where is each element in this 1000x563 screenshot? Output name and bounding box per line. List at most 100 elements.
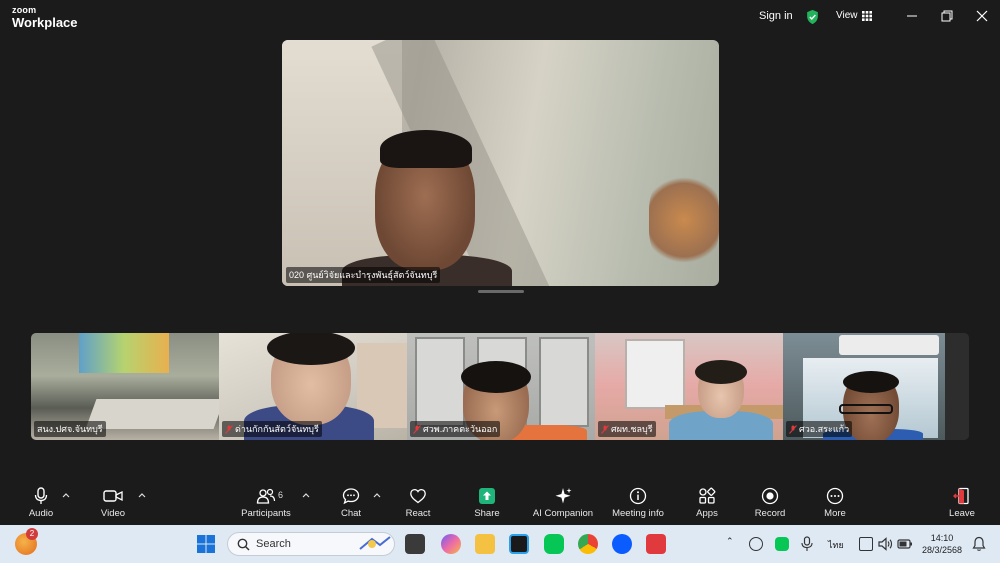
line-tray-icon[interactable] [775, 537, 789, 551]
minimize-icon[interactable] [905, 9, 919, 23]
file-explorer-icon[interactable] [475, 534, 495, 554]
participant-glasses [839, 404, 893, 414]
participant-name-label: ศผท.ชลบุรี [598, 421, 656, 437]
video-camera-icon [103, 490, 123, 502]
zoom-meeting-window: zoom Workplace Sign in View 020 ศูนย์วิจ… [0, 0, 1000, 563]
taskbar-search-box[interactable]: Search [227, 532, 395, 556]
record-button[interactable]: Record [752, 479, 788, 525]
background-cabinet [539, 337, 589, 427]
close-icon[interactable] [975, 9, 989, 23]
task-view-icon[interactable] [405, 534, 425, 554]
chevron-up-icon[interactable] [138, 492, 146, 498]
participants-count: 6 [278, 490, 284, 500]
participant-name: ศวพ.ภาคตะวันออก [423, 424, 498, 434]
restore-icon[interactable] [940, 9, 954, 23]
resize-handle[interactable] [478, 290, 524, 293]
mic-muted-icon [225, 424, 233, 434]
participant-name: ด่านกักกันสัตว์จันทบุรี [235, 424, 319, 434]
windows-taskbar: 2 Search ⌃ ไทย 14:10 28/3/2568 [0, 525, 1000, 563]
share-screen-icon [479, 488, 495, 504]
microphone-icon [34, 487, 48, 504]
participant-name: ศผท.ชลบุรี [611, 424, 653, 434]
battery-icon[interactable] [897, 537, 913, 551]
pdf-reader-icon[interactable] [646, 534, 666, 554]
search-highlight-icon [359, 536, 391, 550]
background-window [625, 339, 685, 409]
clock-date: 28/3/2568 [922, 545, 963, 555]
leave-label: Leave [949, 508, 975, 519]
participant-name-label: ด่านกักกันสัตว์จันทบุรี [222, 421, 322, 437]
copilot-icon[interactable] [441, 534, 461, 554]
zoom-workplace-logo: zoom Workplace [12, 5, 78, 30]
line-app-icon[interactable] [544, 534, 564, 554]
participant-name: ศวอ.สระแก้ว [799, 424, 850, 434]
strip-scroll-area[interactable] [945, 333, 969, 440]
language-indicator[interactable]: ไทย [828, 538, 844, 552]
mic-muted-icon [789, 424, 797, 434]
view-button[interactable]: View [836, 10, 872, 21]
participants-button[interactable]: Participants [236, 479, 296, 525]
active-speaker-video[interactable]: 020 ศูนย์วิจัยและบำรุงพันธุ์สัตว์จันทบุร… [282, 40, 719, 286]
volume-icon[interactable] [877, 536, 893, 552]
participant-tile[interactable]: สนง.ปศจ.จันทบุรี [31, 333, 219, 440]
media-app-icon[interactable] [509, 534, 529, 554]
leave-button[interactable]: Leave [945, 479, 979, 525]
background-cabinet [415, 337, 465, 427]
participants-label: Participants [241, 508, 291, 519]
clock-time: 14:10 [930, 533, 954, 543]
more-label: More [824, 508, 846, 519]
chat-button[interactable]: Chat [336, 479, 366, 525]
participant-tile[interactable]: ศวพ.ภาคตะวันออก [407, 333, 595, 440]
zoom-app-icon[interactable] [612, 534, 632, 554]
chrome-icon[interactable] [578, 534, 598, 554]
shield-check-icon[interactable] [805, 9, 820, 25]
chevron-up-icon[interactable] [302, 492, 310, 498]
notification-bell-icon[interactable] [972, 536, 986, 552]
ai-companion-label: AI Companion [532, 508, 594, 519]
react-button[interactable]: React [400, 479, 436, 525]
info-icon [629, 487, 647, 505]
chat-bubble-icon [342, 488, 360, 505]
sign-in-button[interactable]: Sign in [759, 10, 793, 22]
meeting-toolbar: Audio Video Participants 6 Chat React Sh… [0, 479, 1000, 525]
background-plant [649, 170, 719, 270]
participant-strip: สนง.ปศจ.จันทบุรี ด่านกักกันสัตว์จันทบุรี… [31, 333, 969, 440]
participant-name-label: ศวพ.ภาคตะวันออก [410, 421, 501, 437]
room-banner [79, 333, 169, 373]
participant-name-label: ศวอ.สระแก้ว [786, 421, 853, 437]
ai-companion-button[interactable]: AI Companion [530, 479, 596, 525]
mic-muted-icon [601, 424, 609, 434]
participant-hair [695, 360, 747, 384]
share-label: Share [474, 508, 500, 519]
apps-label: Apps [696, 508, 718, 519]
participant-hair [461, 361, 531, 393]
display-tray-icon[interactable] [859, 537, 873, 551]
title-bar: zoom Workplace Sign in View [0, 0, 1000, 34]
audio-label: Audio [28, 508, 54, 519]
windows-start-icon[interactable] [196, 534, 216, 554]
participant-tile[interactable]: ศวอ.สระแก้ว [783, 333, 945, 440]
apps-button[interactable]: Apps [690, 479, 724, 525]
leave-door-icon [953, 487, 969, 505]
logo-bottom-text: Workplace [12, 15, 78, 30]
speaker-hair [380, 130, 472, 168]
apps-icon [699, 487, 716, 504]
microphone-tray-icon[interactable] [800, 536, 814, 552]
participants-icon [256, 488, 276, 504]
mic-muted-icon [413, 424, 421, 434]
participant-name: สนง.ปศจ.จันทบุรี [37, 424, 103, 434]
participant-tile[interactable]: ศผท.ชลบุรี [595, 333, 783, 440]
clock[interactable]: 14:10 28/3/2568 [922, 532, 962, 556]
video-button[interactable]: Video [96, 479, 130, 525]
meeting-info-button[interactable]: Meeting info [606, 479, 670, 525]
more-button[interactable]: More [818, 479, 852, 525]
chevron-up-icon[interactable] [62, 492, 70, 498]
chat-label: Chat [340, 508, 362, 519]
chevron-up-icon[interactable]: ⌃ [726, 536, 734, 547]
share-button[interactable]: Share [470, 479, 504, 525]
participant-tile[interactable]: ด่านกักกันสัตว์จันทบุรี [219, 333, 407, 440]
logo-top-text: zoom [12, 5, 37, 15]
cloud-sync-icon[interactable] [749, 537, 763, 551]
audio-button[interactable]: Audio [24, 479, 58, 525]
chevron-up-icon[interactable] [373, 492, 381, 498]
